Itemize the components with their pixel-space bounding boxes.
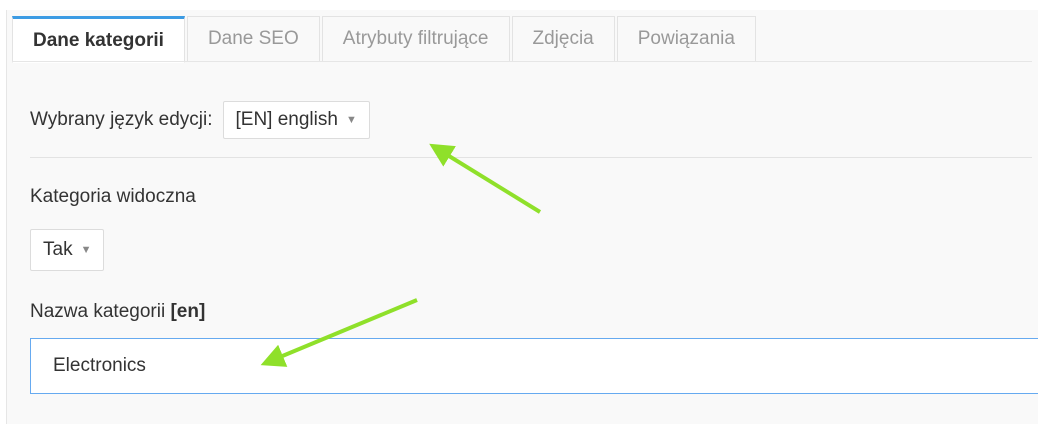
- annotation-arrows: [260, 143, 542, 367]
- arrow-to-name-input: [260, 298, 418, 367]
- arrow-to-language-select: [429, 143, 542, 214]
